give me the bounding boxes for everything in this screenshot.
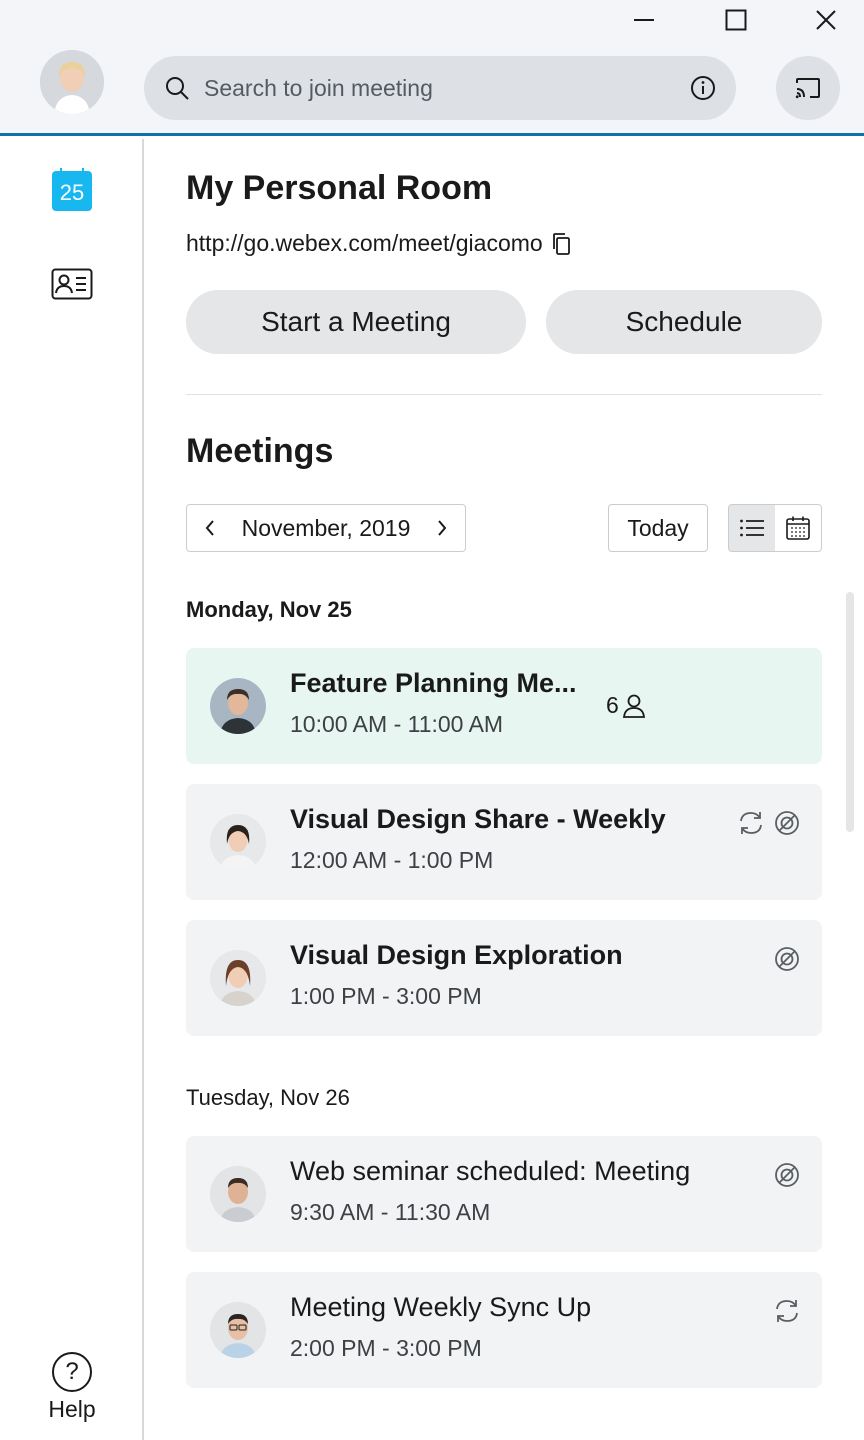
chevron-right-icon[interactable]	[435, 518, 449, 538]
calendar-view-button[interactable]	[775, 505, 821, 551]
sidebar-item-contacts[interactable]	[48, 260, 96, 308]
calendar-icon: 25	[52, 168, 92, 211]
meeting-icons	[772, 1296, 802, 1326]
copy-icon[interactable]	[551, 232, 573, 256]
sidebar-item-calendar[interactable]: 25	[48, 167, 96, 215]
meeting-card[interactable]: Visual Design Share - Weekly 12:00 AM - …	[186, 784, 822, 900]
close-button[interactable]	[806, 2, 846, 38]
divider	[186, 394, 822, 395]
attendee-count: 6	[606, 692, 647, 719]
search-input[interactable]	[204, 74, 690, 102]
meeting-time: 12:00 AM - 1:00 PM	[290, 847, 494, 873]
chevron-left-icon[interactable]	[203, 518, 217, 538]
recurring-icon	[776, 1300, 798, 1322]
user-avatar-image	[40, 50, 104, 114]
sidebar: 25 ? Help	[0, 139, 144, 1440]
minimize-button[interactable]	[624, 2, 664, 38]
minimize-icon	[634, 19, 654, 21]
search-icon	[166, 77, 189, 100]
calendar-grid-icon	[786, 516, 810, 540]
meeting-title: Feature Planning Me...	[290, 668, 577, 698]
meeting-title: Meeting Weekly Sync Up	[290, 1292, 592, 1322]
meeting-time: 9:30 AM - 11:30 AM	[290, 1199, 491, 1225]
day-heading-tuesday: Tuesday, Nov 26	[186, 1085, 350, 1110]
calendar-day: 25	[59, 180, 85, 205]
meeting-title: Web seminar scheduled: Meeting	[290, 1156, 691, 1186]
meeting-time: 2:00 PM - 3:00 PM	[290, 1335, 482, 1361]
cast-icon	[795, 78, 820, 99]
meeting-card[interactable]: Visual Design Exploration 1:00 PM - 3:00…	[186, 920, 822, 1036]
scrollbar[interactable]	[846, 592, 854, 832]
person-icon	[622, 694, 645, 718]
personal-room-url: http://go.webex.com/meet/giacomo	[186, 230, 543, 256]
meeting-title: Visual Design Share - Weekly	[290, 804, 666, 834]
help-button[interactable]: ? Help	[36, 1352, 108, 1423]
search-bar[interactable]	[144, 56, 736, 120]
organizer-avatar	[210, 1302, 266, 1358]
webex-meeting-icon	[775, 1163, 799, 1187]
today-button[interactable]: Today	[608, 504, 708, 552]
meeting-time: 10:00 AM - 11:00 AM	[290, 711, 504, 737]
meetings-title: Meetings	[186, 432, 334, 470]
list-view-button[interactable]	[729, 505, 775, 551]
schedule-button[interactable]: Schedule	[546, 290, 822, 354]
start-meeting-button[interactable]: Start a Meeting	[186, 290, 526, 354]
user-avatar[interactable]	[40, 50, 104, 114]
help-label: Help	[48, 1396, 96, 1422]
list-icon	[740, 519, 764, 537]
personal-room-url-row: http://go.webex.com/meet/giacomo	[186, 230, 573, 257]
title-bar	[0, 0, 864, 136]
month-navigator: November, 2019	[186, 504, 466, 552]
info-icon[interactable]	[690, 75, 716, 101]
maximize-button[interactable]	[716, 2, 756, 38]
meeting-title: Visual Design Exploration	[290, 940, 623, 970]
attendee-count-value: 6	[606, 692, 619, 718]
view-toggle	[728, 504, 822, 552]
meeting-icons	[772, 1160, 802, 1190]
organizer-avatar	[210, 1166, 266, 1222]
meeting-icons	[736, 808, 802, 838]
meeting-card[interactable]: Feature Planning Me... 10:00 AM - 11:00 …	[186, 648, 822, 764]
meeting-card[interactable]: Meeting Weekly Sync Up 2:00 PM - 3:00 PM	[186, 1272, 822, 1388]
webex-meeting-icon	[775, 947, 799, 971]
month-label: November, 2019	[241, 514, 411, 541]
organizer-avatar	[210, 950, 266, 1006]
day-heading-monday: Monday, Nov 25	[186, 597, 352, 622]
meeting-card[interactable]: Web seminar scheduled: Meeting 9:30 AM -…	[186, 1136, 822, 1252]
contact-card-icon	[51, 268, 93, 300]
help-icon: ?	[52, 1352, 92, 1392]
personal-room-title: My Personal Room	[186, 169, 493, 207]
organizer-avatar	[210, 814, 266, 870]
organizer-avatar	[210, 678, 266, 734]
webex-meeting-icon	[775, 811, 799, 835]
meeting-time: 1:00 PM - 3:00 PM	[290, 983, 482, 1009]
recurring-icon	[740, 812, 762, 834]
meeting-icons	[772, 944, 802, 974]
cast-button[interactable]	[776, 56, 840, 120]
close-icon	[816, 10, 836, 30]
maximize-icon	[725, 9, 747, 31]
